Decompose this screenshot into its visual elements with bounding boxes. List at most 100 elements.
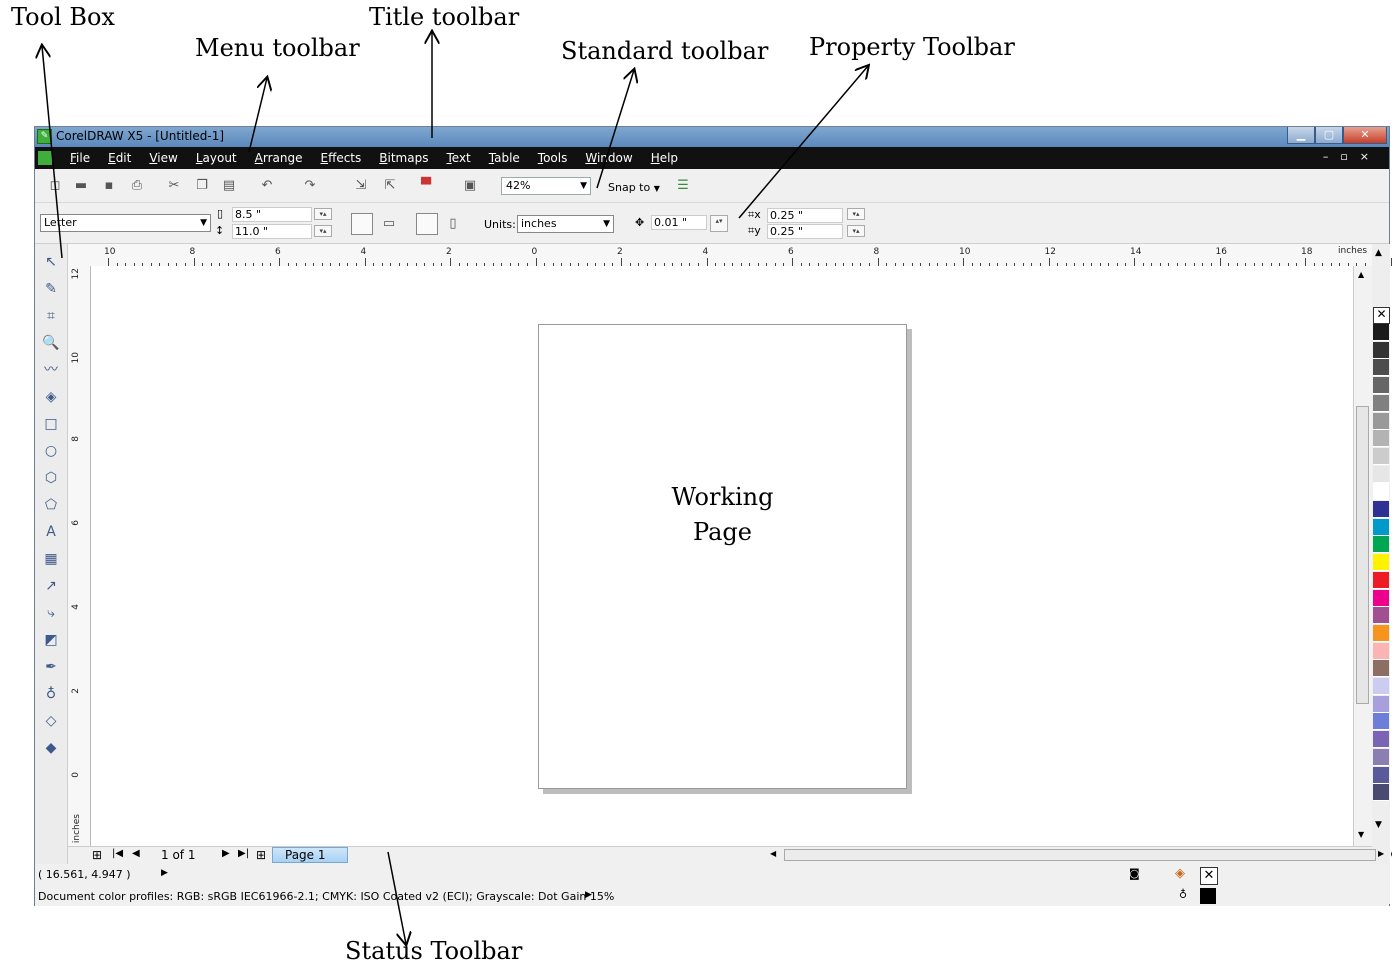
palette-swatch[interactable] bbox=[1373, 589, 1389, 607]
palette-scroll-down-icon[interactable]: ▼ bbox=[1375, 820, 1382, 830]
smart-fill-tool-icon[interactable]: ◈ bbox=[41, 387, 61, 407]
palette-swatch[interactable] bbox=[1373, 731, 1389, 749]
scroll-left-icon[interactable]: ◀ bbox=[770, 849, 776, 858]
fill-tool-icon[interactable]: ◇ bbox=[41, 711, 61, 731]
palette-swatch[interactable] bbox=[1373, 554, 1389, 572]
import-icon[interactable]: ⇲ bbox=[353, 178, 369, 194]
menu-item-view[interactable]: View bbox=[149, 151, 177, 165]
nudge-spinner[interactable]: ▴▾ bbox=[710, 215, 728, 232]
last-page-icon[interactable]: ▶| bbox=[238, 848, 249, 859]
eyedropper-tool-icon[interactable]: ✒ bbox=[41, 657, 61, 677]
fill-indicator-icon[interactable]: ◈ bbox=[1175, 866, 1185, 881]
no-fill-indicator[interactable]: ✕ bbox=[1200, 867, 1218, 885]
duplicate-x-spinner[interactable]: ▾▴ bbox=[847, 208, 865, 220]
palette-swatch[interactable] bbox=[1373, 748, 1389, 766]
palette-swatch[interactable] bbox=[1373, 536, 1389, 554]
add-page-before-icon[interactable]: ⊞ bbox=[92, 848, 102, 862]
print-icon[interactable]: ⎙ bbox=[129, 178, 145, 194]
connector-tool-icon[interactable]: ⤷ bbox=[41, 603, 61, 623]
expand-status-icon[interactable]: ▶ bbox=[161, 868, 168, 878]
basic-shapes-tool-icon[interactable]: ⬠ bbox=[41, 495, 61, 515]
next-page-icon[interactable]: ▶ bbox=[222, 848, 230, 859]
outline-indicator-icon[interactable]: ♁ bbox=[1179, 888, 1187, 901]
outline-color-indicator[interactable] bbox=[1200, 888, 1216, 904]
paste-icon[interactable]: ▤ bbox=[221, 178, 237, 194]
palette-swatch[interactable] bbox=[1373, 412, 1389, 430]
palette-swatch[interactable] bbox=[1373, 607, 1389, 625]
page-width-field[interactable]: 8.5 " bbox=[232, 207, 312, 222]
drawing-canvas[interactable]: Working Page bbox=[91, 266, 1353, 846]
menu-item-tools[interactable]: Tools bbox=[538, 151, 568, 165]
snapshot-icon[interactable]: ◙ bbox=[1129, 867, 1140, 880]
palette-swatch[interactable] bbox=[1373, 784, 1389, 802]
menu-item-help[interactable]: Help bbox=[651, 151, 678, 165]
welcome-screen-icon[interactable]: ▣ bbox=[462, 178, 478, 194]
copy-icon[interactable]: ❐ bbox=[194, 178, 210, 194]
palette-swatch[interactable] bbox=[1373, 695, 1389, 713]
menu-item-edit[interactable]: Edit bbox=[108, 151, 131, 165]
all-pages-button[interactable] bbox=[416, 213, 438, 235]
add-page-after-icon[interactable]: ⊞ bbox=[256, 848, 266, 862]
vertical-ruler[interactable]: inches 12 10 8 6 4 2 0 bbox=[68, 266, 91, 846]
first-page-icon[interactable]: |◀ bbox=[112, 848, 123, 859]
palette-swatch[interactable] bbox=[1373, 430, 1389, 448]
dimension-tool-icon[interactable]: ↗ bbox=[41, 576, 61, 596]
page-width-spinner[interactable]: ▾▴ bbox=[314, 208, 332, 220]
horizontal-ruler[interactable]: inches 10 8 6 4 2 0 2 4 6 8 10 12 14 16 18 bbox=[68, 244, 1392, 267]
open-icon[interactable]: ▬ bbox=[73, 178, 89, 194]
menu-item-bitmaps[interactable]: Bitmaps bbox=[379, 151, 428, 165]
new-icon[interactable]: ◻ bbox=[47, 178, 63, 194]
palette-swatch[interactable] bbox=[1373, 377, 1389, 395]
palette-swatch[interactable] bbox=[1373, 766, 1389, 784]
palette-swatch[interactable] bbox=[1373, 394, 1389, 412]
duplicate-y-spinner[interactable]: ▾▴ bbox=[847, 225, 865, 237]
menu-item-layout[interactable]: Layout bbox=[196, 151, 237, 165]
page-tab[interactable]: Page 1 bbox=[272, 847, 348, 863]
page-height-field[interactable]: 11.0 " bbox=[232, 224, 312, 239]
palette-swatch[interactable] bbox=[1373, 713, 1389, 731]
blend-tool-icon[interactable]: ◩ bbox=[41, 630, 61, 650]
palette-swatch[interactable] bbox=[1373, 660, 1389, 678]
palette-swatch[interactable] bbox=[1373, 642, 1389, 660]
freehand-tool-icon[interactable]: 〰 bbox=[41, 360, 61, 380]
zoom-tool-icon[interactable]: 🔍 bbox=[41, 333, 61, 353]
menu-item-window[interactable]: Window bbox=[585, 151, 632, 165]
text-tool-icon[interactable]: A bbox=[41, 522, 61, 542]
minimize-icon[interactable]: ▁ bbox=[1287, 127, 1315, 144]
menu-item-arrange[interactable]: Arrange bbox=[255, 151, 303, 165]
table-tool-icon[interactable]: ▦ bbox=[41, 549, 61, 569]
interactive-fill-tool-icon[interactable]: ◆ bbox=[41, 738, 61, 758]
polygon-tool-icon[interactable]: ⬡ bbox=[41, 468, 61, 488]
menu-item-text[interactable]: Text bbox=[446, 151, 470, 165]
ellipse-tool-icon[interactable]: ○ bbox=[41, 441, 61, 461]
maximize-icon[interactable]: ▢ bbox=[1315, 127, 1343, 144]
vertical-scrollbar[interactable]: ▲ ▼ bbox=[1353, 266, 1372, 846]
palette-swatch[interactable] bbox=[1373, 324, 1389, 341]
save-icon[interactable]: ▪ bbox=[101, 178, 117, 194]
export-icon[interactable]: ⇱ bbox=[382, 178, 398, 194]
previous-page-icon[interactable]: ◀ bbox=[132, 848, 140, 859]
nudge-distance-field[interactable]: 0.01 " bbox=[651, 215, 707, 230]
redo-icon[interactable]: ↷ bbox=[302, 178, 318, 194]
palette-swatch[interactable] bbox=[1373, 501, 1389, 518]
title-bar[interactable]: ✎ CorelDRAW X5 - [Untitled-1] ▁ ▢ ✕ bbox=[35, 127, 1389, 147]
palette-swatch[interactable] bbox=[1373, 518, 1389, 536]
portrait-button[interactable] bbox=[351, 213, 373, 235]
scroll-down-icon[interactable]: ▼ bbox=[1358, 830, 1364, 839]
units-select[interactable]: inches ▼ bbox=[517, 215, 614, 233]
duplicate-x-field[interactable]: 0.25 " bbox=[767, 208, 843, 223]
palette-swatch[interactable] bbox=[1373, 465, 1389, 483]
palette-swatch[interactable] bbox=[1373, 359, 1389, 377]
rectangle-tool-icon[interactable]: □ bbox=[41, 414, 61, 434]
menu-item-file[interactable]: File bbox=[70, 151, 90, 165]
document-window-controls[interactable]: –▫× bbox=[1323, 150, 1381, 163]
color-profiles-expand-icon[interactable]: ▶ bbox=[585, 890, 592, 900]
close-icon[interactable]: ✕ bbox=[1343, 127, 1387, 144]
no-color-swatch[interactable]: ✕ bbox=[1373, 307, 1390, 324]
horizontal-scrollbar[interactable] bbox=[784, 849, 1376, 861]
scroll-up-icon[interactable]: ▲ bbox=[1358, 270, 1364, 279]
paper-type-select[interactable]: Letter ▼ bbox=[40, 214, 211, 232]
pick-tool-icon[interactable]: ↖ bbox=[41, 252, 61, 272]
landscape-icon[interactable]: ▭ bbox=[381, 216, 397, 232]
undo-icon[interactable]: ↶ bbox=[259, 178, 275, 194]
